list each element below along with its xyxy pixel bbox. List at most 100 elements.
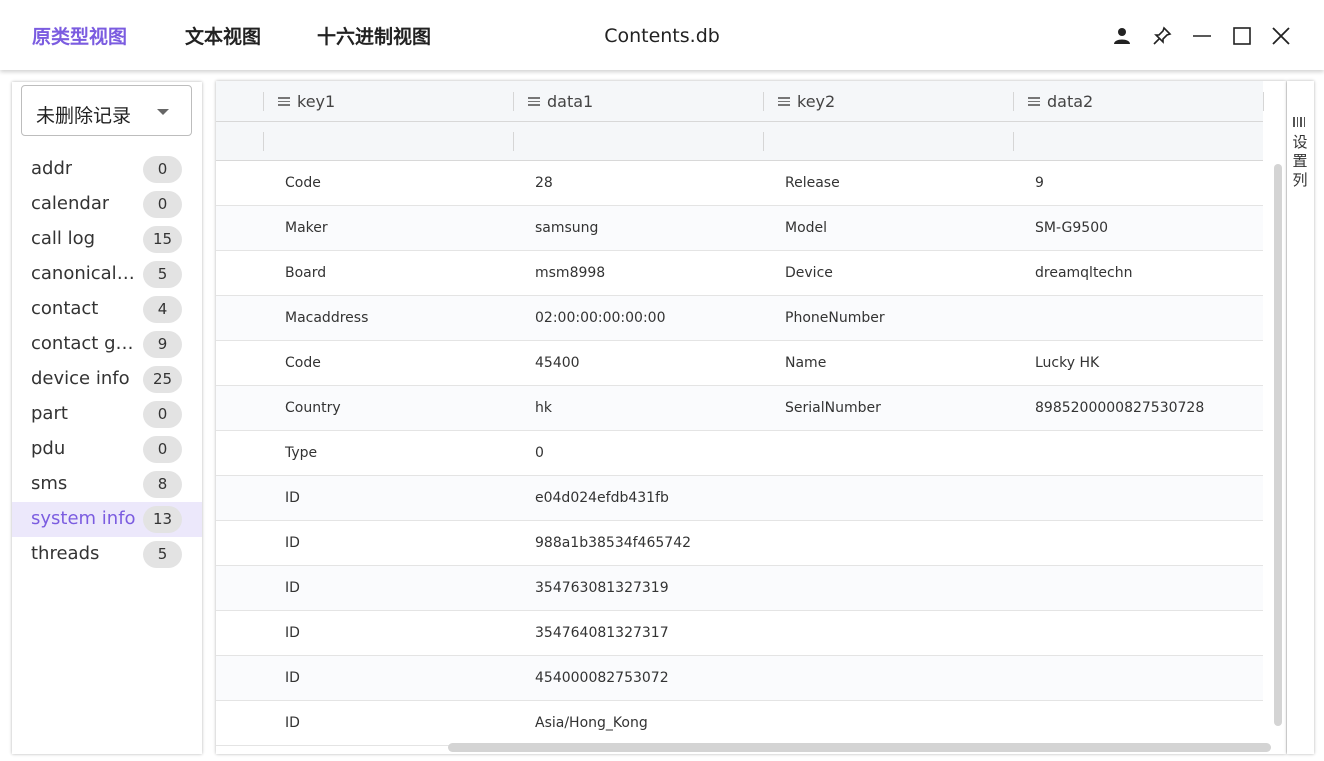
record-count-badge: 0: [143, 156, 182, 183]
cell-data1: Asia/Hong_Kong: [535, 715, 648, 731]
cell-data1: msm8998: [535, 265, 606, 281]
sidebar-table-item[interactable]: contact gr... 9: [12, 327, 202, 362]
table-row[interactable]: ID 354764081327317: [216, 611, 1263, 656]
pin-icon[interactable]: [1148, 22, 1176, 50]
cell-key1: Macaddress: [285, 310, 369, 326]
menu-icon[interactable]: [778, 97, 790, 106]
cell-data2: SM-G9500: [1035, 220, 1109, 236]
record-count-badge: 0: [143, 191, 182, 218]
close-icon[interactable]: [1267, 22, 1295, 50]
vertical-scrollbar[interactable]: [1274, 164, 1282, 726]
column-separator: [1013, 132, 1014, 151]
table-row[interactable]: Board msm8998 Device dreamqltechn: [216, 251, 1263, 296]
sidebar-table-item[interactable]: addr 0: [12, 152, 202, 187]
sidebar-table-item[interactable]: threads 5: [12, 537, 202, 572]
cell-data2: dreamqltechn: [1035, 265, 1133, 281]
record-filter-value: 未删除记录: [36, 105, 132, 127]
column-filter-data2[interactable]: [1013, 122, 1263, 161]
column-header-label: data2: [1047, 92, 1094, 111]
table-row[interactable]: Macaddress 02:00:00:00:00:00 PhoneNumber: [216, 296, 1263, 341]
record-count-badge: 8: [143, 471, 182, 498]
cell-key1: Country: [285, 400, 341, 416]
record-count-badge: 9: [143, 331, 182, 358]
sidebar-table-name: device info: [31, 368, 130, 389]
column-settings-label: 设置列: [1292, 133, 1308, 189]
record-count-badge: 15: [143, 226, 182, 253]
sidebar-table-item[interactable]: system info 13: [12, 502, 202, 537]
column-settings-button[interactable]: 设置列: [1287, 81, 1314, 754]
table-row[interactable]: Type 0: [216, 431, 1263, 476]
sidebar-table-item[interactable]: device info 25: [12, 362, 202, 397]
cell-data1: samsung: [535, 220, 599, 236]
column-header-data1[interactable]: data1: [513, 81, 763, 122]
maximize-icon[interactable]: [1228, 22, 1256, 50]
cell-key1: ID: [285, 625, 300, 641]
cell-key1: ID: [285, 670, 300, 686]
sidebar-table-item[interactable]: part 0: [12, 397, 202, 432]
horizontal-scrollbar[interactable]: [448, 743, 1271, 752]
cell-key1: ID: [285, 580, 300, 596]
column-header-label: data1: [547, 92, 594, 111]
cell-key1: Type: [285, 445, 318, 461]
minimize-icon[interactable]: [1188, 22, 1216, 50]
table-row[interactable]: ID e04d024efdb431fb: [216, 476, 1263, 521]
table-row[interactable]: ID Asia/Hong_Kong: [216, 701, 1263, 746]
record-count-badge: 4: [143, 296, 182, 323]
record-count-badge: 0: [143, 401, 182, 428]
menu-icon[interactable]: [528, 97, 540, 106]
tab-text-view[interactable]: 文本视图: [185, 22, 261, 49]
sidebar-table-item[interactable]: contact 4: [12, 292, 202, 327]
sidebar-table-item[interactable]: canonical ... 5: [12, 257, 202, 292]
title-bar: 原类型视图 文本视图 十六进制视图 Contents.db: [0, 0, 1324, 70]
tab-raw-type-view[interactable]: 原类型视图: [32, 22, 127, 49]
cell-data1: 45400: [535, 355, 580, 371]
window-title: Contents.db: [604, 25, 720, 47]
table-sidebar: 未删除记录 addr 0 calendar 0 call log 15 canonical …: [12, 82, 202, 754]
cell-data1: 02:00:00:00:00:00: [535, 310, 666, 326]
table-row[interactable]: Code 45400 Name Lucky HK: [216, 341, 1263, 386]
cell-key1: Code: [285, 175, 321, 191]
table-row[interactable]: ID 454000082753072: [216, 656, 1263, 701]
user-icon[interactable]: [1108, 22, 1136, 50]
cell-data1: 454000082753072: [535, 670, 669, 686]
cell-key2: Release: [785, 175, 840, 191]
column-filter-key2[interactable]: [763, 122, 1013, 161]
tab-hex-view[interactable]: 十六进制视图: [317, 22, 431, 49]
record-filter-select[interactable]: 未删除记录: [21, 85, 192, 136]
record-count-badge: 5: [143, 261, 182, 288]
column-header-key2[interactable]: key2: [763, 81, 1013, 122]
column-header-key1[interactable]: key1: [263, 81, 513, 122]
cell-data1: 28: [535, 175, 553, 191]
sidebar-table-name: addr: [31, 158, 73, 179]
record-count-badge: 25: [143, 366, 182, 393]
column-separator: [1263, 92, 1264, 111]
sidebar-table-item[interactable]: sms 8: [12, 467, 202, 502]
cell-key1: ID: [285, 535, 300, 551]
table-list: addr 0 calendar 0 call log 15 canonical ... 5 co…: [12, 152, 202, 572]
column-separator: [263, 132, 264, 151]
sidebar-table-item[interactable]: calendar 0: [12, 187, 202, 222]
table-row[interactable]: ID 354763081327319: [216, 566, 1263, 611]
column-separator: [763, 92, 764, 111]
cell-key2: Model: [785, 220, 828, 236]
column-filter-data1[interactable]: [513, 122, 763, 161]
column-header-label: key1: [297, 92, 336, 111]
table-row[interactable]: Country hk SerialNumber 89852000008275307​2…: [216, 386, 1263, 431]
sidebar-table-name: canonical ...: [31, 263, 137, 284]
table-row[interactable]: Code 28 Release 9: [216, 161, 1263, 206]
menu-icon[interactable]: [1028, 97, 1040, 106]
menu-icon[interactable]: [278, 97, 290, 106]
column-filter-key1[interactable]: [263, 122, 513, 161]
sidebar-table-item[interactable]: call log 15: [12, 222, 202, 257]
table-row[interactable]: ID 988a1b38534f465742: [216, 521, 1263, 566]
sidebar-table-item[interactable]: pdu 0: [12, 432, 202, 467]
table-row[interactable]: Maker samsung Model SM-G9500: [216, 206, 1263, 251]
sidebar-table-name: calendar: [31, 193, 110, 214]
column-separator: [763, 132, 764, 151]
cell-data2: Lucky HK: [1035, 355, 1100, 371]
cell-key2: Device: [785, 265, 833, 281]
column-header-data2[interactable]: data2: [1013, 81, 1263, 122]
column-separator: [513, 132, 514, 151]
cell-key1: Board: [285, 265, 327, 281]
record-count-badge: 5: [143, 541, 182, 568]
